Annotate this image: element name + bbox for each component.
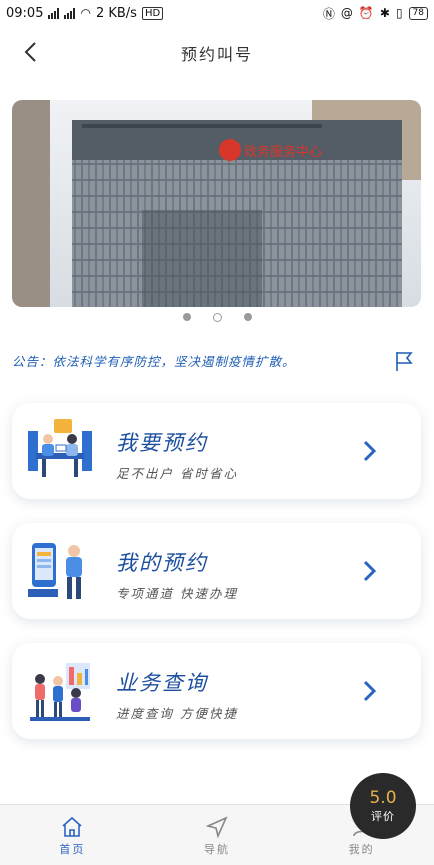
government-building-photo: 政务服务中心 [12, 100, 421, 307]
banner-carousel[interactable]: 政务服务中心 [12, 100, 421, 307]
make-appointment-card[interactable]: 我要预约 足不出户 省时省心 [12, 403, 421, 499]
card-title: 业务查询 [116, 671, 208, 695]
status-bar: 09:05 ◠ 2 KB/s HD Ⓝ @ ⏰ ✱ ▯ 78 [0, 0, 434, 26]
nav-label: 导航 [204, 843, 230, 856]
card-title: 我要预约 [116, 431, 208, 455]
notice-bar[interactable]: 公告：依法科学有序防控，坚决遏制疫情扩散。 [12, 346, 422, 374]
bluetooth-icon: ✱ [379, 6, 390, 20]
business-query-card[interactable]: 业务查询 进度查询 方便快捷 [12, 643, 421, 739]
status-time: 09:05 [6, 5, 44, 21]
card-title: 我的预约 [116, 551, 208, 575]
card-subtitle: 专项通道 快速办理 [116, 586, 238, 601]
navigation-icon [205, 816, 228, 839]
header: 预约叫号 [0, 26, 434, 78]
card-subtitle: 足不出户 省时省心 [116, 466, 238, 481]
network-speed: 2 KB/s [95, 5, 137, 21]
appointment-illustration-icon [28, 419, 92, 477]
chevron-right-icon [363, 440, 377, 462]
rating-button[interactable]: 5.0 评价 [350, 773, 416, 839]
alarm-icon: ⏰ [358, 6, 374, 20]
carousel-dot-active[interactable] [212, 313, 222, 322]
page-title: 预约叫号 [180, 45, 253, 64]
signal-icon [48, 7, 60, 19]
rating-label: 评价 [371, 810, 395, 823]
rating-score: 5.0 [369, 788, 397, 808]
hd-badge: HD [141, 6, 164, 20]
nav-label: 首页 [59, 843, 86, 856]
vibrate-icon: ▯ [395, 6, 403, 20]
home-icon [62, 816, 82, 837]
wifi-icon: ◠ [80, 6, 91, 20]
business-query-illustration-icon [30, 663, 90, 721]
at-icon: @ [340, 6, 353, 20]
flag-icon[interactable] [394, 350, 414, 372]
carousel-dot[interactable] [243, 313, 252, 321]
building-sign: 政务服务中心 [244, 144, 322, 160]
carousel-dots [0, 313, 434, 322]
notice-text: 公告：依法科学有序防控，坚决遏制疫情扩散。 [12, 353, 296, 369]
battery-indicator: 78 [408, 6, 428, 20]
nav-item-home[interactable]: 首页 [0, 805, 145, 865]
nfc-icon: Ⓝ [322, 6, 335, 21]
my-appointments-card[interactable]: 我的预约 专项通道 快速办理 [12, 523, 421, 619]
chevron-right-icon [363, 680, 377, 702]
card-subtitle: 进度查询 方便快捷 [116, 706, 238, 721]
signal-icon [64, 7, 76, 19]
nav-item-navigation[interactable]: 导航 [145, 805, 290, 865]
nav-label: 我的 [348, 843, 375, 856]
carousel-dot[interactable] [182, 313, 191, 321]
my-appointment-illustration-icon [28, 543, 82, 599]
chevron-right-icon [363, 560, 377, 582]
